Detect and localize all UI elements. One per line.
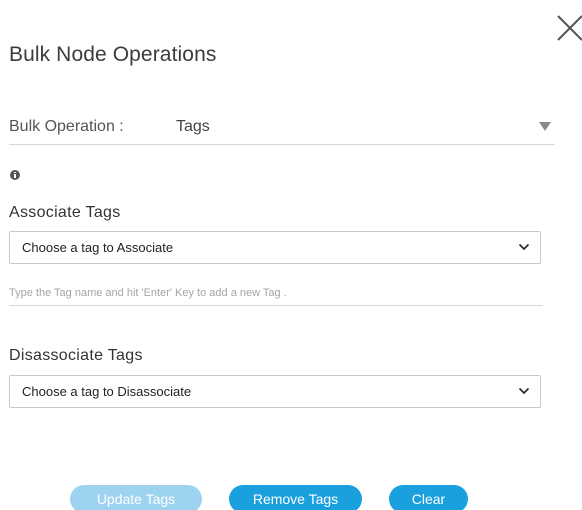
info-icon[interactable] xyxy=(10,170,20,180)
close-button[interactable] xyxy=(556,12,582,42)
update-tags-button[interactable]: Update Tags xyxy=(70,485,202,510)
disassociate-tags-heading: Disassociate Tags xyxy=(9,347,143,364)
clear-button[interactable]: Clear xyxy=(389,485,468,510)
chevron-down-icon xyxy=(518,243,530,251)
bulk-operation-value: Tags xyxy=(176,118,210,135)
associate-tags-heading: Associate Tags xyxy=(9,204,121,221)
remove-tags-button[interactable]: Remove Tags xyxy=(229,485,362,510)
bulk-operation-select[interactable]: Bulk Operation : Tags xyxy=(9,108,555,145)
disassociate-tag-select-value: Choose a tag to Disassociate xyxy=(22,384,192,399)
new-tag-input[interactable] xyxy=(9,280,543,306)
chevron-down-icon xyxy=(518,387,530,395)
associate-tag-select-value: Choose a tag to Associate xyxy=(22,240,174,255)
close-icon xyxy=(557,15,582,41)
caret-down-icon xyxy=(539,122,551,131)
associate-tag-select[interactable]: Choose a tag to Associate xyxy=(9,231,541,264)
dialog-title: Bulk Node Operations xyxy=(9,43,217,66)
disassociate-tag-select[interactable]: Choose a tag to Disassociate xyxy=(9,375,541,408)
bulk-operation-label: Bulk Operation : xyxy=(9,118,124,135)
bulk-node-operations-dialog: Bulk Node Operations Bulk Operation : Ta… xyxy=(0,0,582,510)
